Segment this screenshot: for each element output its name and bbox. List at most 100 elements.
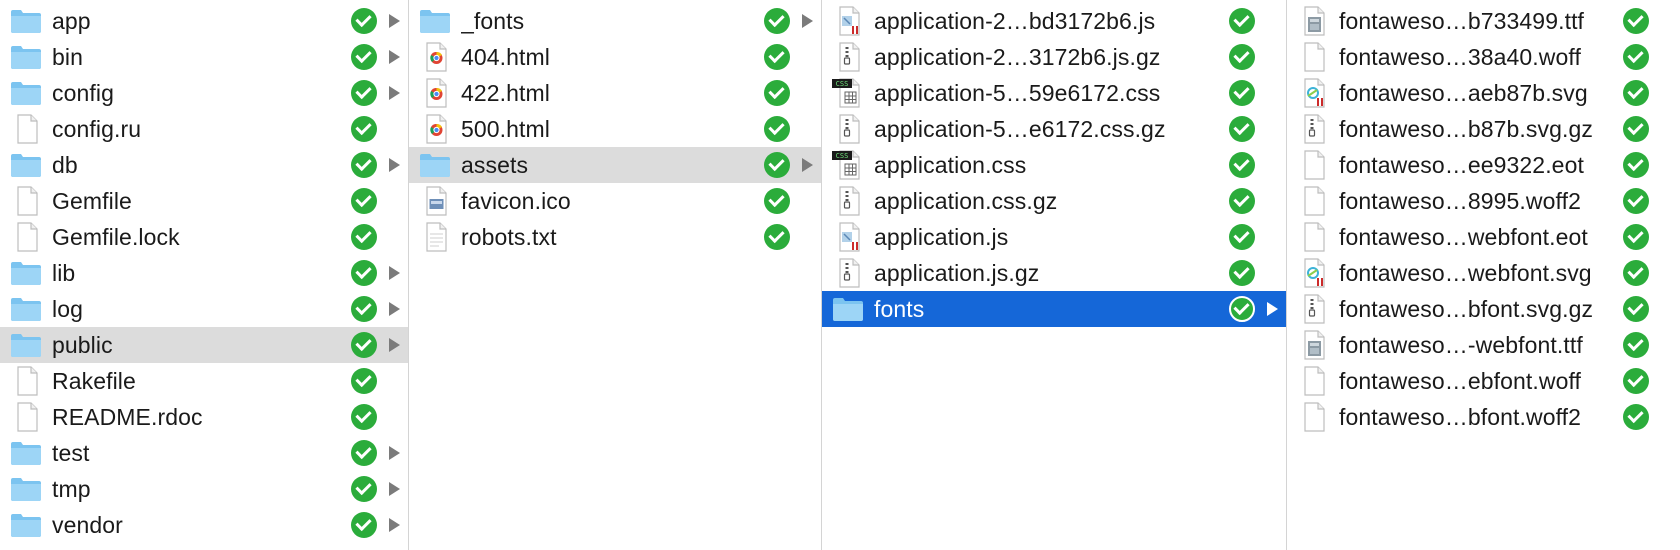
synced-check-icon [764, 80, 790, 106]
disclosure-arrow-icon[interactable] [802, 158, 813, 172]
synced-check-icon [351, 188, 377, 214]
list-item[interactable]: application.css.gz [822, 183, 1286, 219]
document-icon [1297, 150, 1329, 180]
archive-file-icon [832, 258, 864, 288]
disclosure-arrow-icon[interactable] [389, 302, 400, 316]
list-item[interactable]: robots.txt [409, 219, 821, 255]
synced-check-icon [351, 332, 377, 358]
disclosure-arrow-icon[interactable] [389, 14, 400, 28]
folder-icon [832, 294, 864, 324]
list-item[interactable]: application.js [822, 219, 1286, 255]
document-icon [10, 402, 42, 432]
item-name: 500.html [461, 115, 551, 142]
list-item[interactable]: README.rdoc [0, 399, 408, 435]
document-icon [10, 222, 42, 252]
folder-icon [10, 438, 42, 468]
list-item[interactable]: CSS application.css [822, 147, 1286, 183]
item-name: application.css.gz [874, 187, 1058, 214]
synced-check-icon [1229, 8, 1255, 34]
item-name: fontaweso…8995.woff2 [1339, 187, 1581, 214]
folder-icon [10, 330, 42, 360]
column-browser: app bin config config.ru db Gemfile Gemfile.lo… [0, 0, 1680, 550]
list-item[interactable]: fontaweso…b87b.svg.gz [1287, 111, 1680, 147]
disclosure-arrow-icon[interactable] [389, 50, 400, 64]
list-item[interactable]: fontaweso…bfont.svg.gz [1287, 291, 1680, 327]
list-item[interactable]: fonts [822, 291, 1286, 327]
list-item[interactable]: test [0, 435, 408, 471]
svg-text:CSS: CSS [836, 152, 849, 160]
list-item[interactable]: bin [0, 39, 408, 75]
folder-icon [10, 510, 42, 540]
list-item[interactable]: fontaweso…b733499.ttf [1287, 3, 1680, 39]
list-item[interactable]: fontaweso…38a40.woff [1287, 39, 1680, 75]
item-name: fontaweso…webfont.eot [1339, 223, 1588, 250]
disclosure-arrow-icon[interactable] [389, 482, 400, 496]
svg-file-icon [1297, 258, 1329, 288]
disclosure-arrow-icon[interactable] [802, 14, 813, 28]
disclosure-arrow-icon[interactable] [389, 338, 400, 352]
disclosure-arrow-icon[interactable] [389, 446, 400, 460]
item-name: bin [52, 43, 83, 70]
list-item[interactable]: 404.html [409, 39, 821, 75]
list-item[interactable]: application.js.gz [822, 255, 1286, 291]
item-name: application.js.gz [874, 259, 1040, 286]
list-item[interactable]: 422.html [409, 75, 821, 111]
item-name: application-5…e6172.css.gz [874, 115, 1166, 142]
list-item[interactable]: public [0, 327, 408, 363]
list-item[interactable]: fontaweso…aeb87b.svg [1287, 75, 1680, 111]
item-name: tmp [52, 475, 91, 502]
list-item[interactable]: assets [409, 147, 821, 183]
item-name: fontaweso…b87b.svg.gz [1339, 115, 1593, 142]
disclosure-arrow-icon[interactable] [389, 518, 400, 532]
list-item[interactable]: lib [0, 255, 408, 291]
list-item[interactable]: application-5…e6172.css.gz [822, 111, 1286, 147]
list-item[interactable]: application-2…3172b6.js.gz [822, 39, 1286, 75]
list-item[interactable]: CSS application-5…59e6172.css [822, 75, 1286, 111]
list-item[interactable]: Rakefile [0, 363, 408, 399]
list-item[interactable]: application-2…bd3172b6.js [822, 3, 1286, 39]
list-item[interactable]: favicon.ico [409, 183, 821, 219]
list-item[interactable]: fontaweso…webfont.eot [1287, 219, 1680, 255]
column-fonts[interactable]: fontaweso…b733499.ttf fontaweso…38a40.wof… [1287, 0, 1680, 550]
document-icon [10, 114, 42, 144]
item-name: fontaweso…-webfont.ttf [1339, 331, 1583, 358]
list-item[interactable]: db [0, 147, 408, 183]
list-item[interactable]: app [0, 3, 408, 39]
list-item[interactable]: fontaweso…8995.woff2 [1287, 183, 1680, 219]
javascript-file-icon [832, 222, 864, 252]
list-item[interactable]: config.ru [0, 111, 408, 147]
list-item[interactable]: fontaweso…ebfont.woff [1287, 363, 1680, 399]
item-name: fontaweso…38a40.woff [1339, 43, 1581, 70]
list-item[interactable]: Gemfile.lock [0, 219, 408, 255]
list-item[interactable]: config [0, 75, 408, 111]
item-name: fontaweso…ee9322.eot [1339, 151, 1584, 178]
synced-check-icon [1623, 368, 1649, 394]
font-file-icon [1297, 6, 1329, 36]
list-item[interactable]: fontaweso…ee9322.eot [1287, 147, 1680, 183]
item-name: Gemfile.lock [52, 223, 180, 250]
list-item[interactable]: Gemfile [0, 183, 408, 219]
list-item[interactable]: tmp [0, 471, 408, 507]
column-public[interactable]: _fonts 404.html 422.html 500.html assets favi… [409, 0, 822, 550]
synced-check-icon [1623, 116, 1649, 142]
item-name: application-2…bd3172b6.js [874, 7, 1156, 34]
list-item[interactable]: vendor [0, 507, 408, 543]
synced-check-icon [351, 80, 377, 106]
list-item[interactable]: log [0, 291, 408, 327]
disclosure-arrow-icon[interactable] [389, 266, 400, 280]
list-item[interactable]: fontaweso…-webfont.ttf [1287, 327, 1680, 363]
item-name: fontaweso…bfont.woff2 [1339, 403, 1582, 430]
list-item[interactable]: fontaweso…webfont.svg [1287, 255, 1680, 291]
column-root[interactable]: app bin config config.ru db Gemfile Gemfile.lo… [0, 0, 409, 550]
synced-check-icon [1623, 152, 1649, 178]
list-item[interactable]: 500.html [409, 111, 821, 147]
synced-check-icon [351, 44, 377, 70]
list-item[interactable]: _fonts [409, 3, 821, 39]
disclosure-arrow-icon[interactable] [389, 86, 400, 100]
disclosure-arrow-icon[interactable] [389, 158, 400, 172]
disclosure-arrow-icon[interactable] [1267, 302, 1278, 316]
archive-file-icon [1297, 294, 1329, 324]
column-assets[interactable]: application-2…bd3172b6.js application-2…3… [822, 0, 1287, 550]
synced-check-icon [351, 152, 377, 178]
list-item[interactable]: fontaweso…bfont.woff2 [1287, 399, 1680, 435]
